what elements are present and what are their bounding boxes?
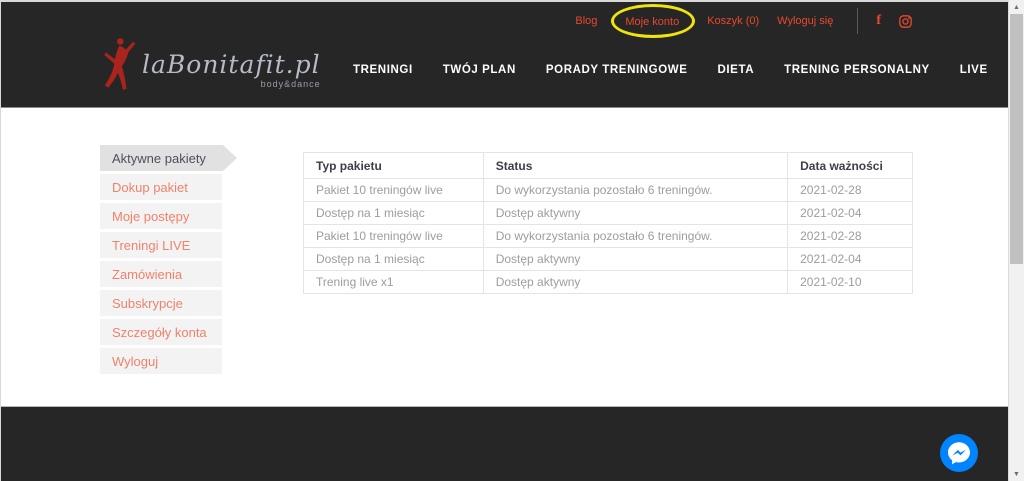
nav-live[interactable]: LIVE — [960, 64, 988, 76]
cell-status: Do wykorzystania pozostało 6 treningów. — [483, 179, 787, 202]
logo-subtitle: body&dance — [142, 79, 321, 89]
cell-status: Dostęp aktywny — [483, 271, 787, 294]
my-account-wrap: Moje konto — [615, 8, 689, 34]
messenger-button[interactable] — [940, 434, 978, 472]
scrollbar-thumb[interactable] — [1010, 14, 1023, 264]
facebook-icon[interactable]: f — [876, 13, 881, 29]
table-header-row: Typ pakietu Status Data ważności — [304, 153, 913, 179]
nav-trening-personalny[interactable]: TRENING PERSONALNY — [784, 64, 930, 76]
site-header: Blog Moje konto Koszyk (0) Wyloguj się f — [1, 0, 1008, 108]
cell-package-type: Trening live x1 — [304, 271, 484, 294]
blog-link[interactable]: Blog — [575, 15, 597, 27]
sidebar-item-wyloguj[interactable]: Wyloguj — [100, 348, 222, 374]
active-packages-table: Typ pakietu Status Data ważności Pakiet … — [303, 152, 913, 294]
cell-package-type: Pakiet 10 treningów live — [304, 225, 484, 248]
cell-expiry-date: 2021-02-04 — [788, 202, 913, 225]
topbar-divider — [857, 8, 858, 34]
table-row: Dostęp na 1 miesiąc Dostęp aktywny 2021-… — [304, 248, 913, 271]
col-header-data-waznosci: Data ważności — [788, 153, 913, 179]
my-account-link[interactable]: Moje konto — [625, 16, 679, 28]
logo[interactable]: laBonitafit.pl body&dance — [94, 36, 321, 102]
sidebar-item-subskrypcje[interactable]: Subskrypcje — [100, 290, 222, 316]
scroll-down-arrow-icon[interactable]: ▼ — [1009, 467, 1024, 481]
account-sidebar: Aktywne pakiety Dokup pakiet Moje postęp… — [100, 145, 240, 377]
dancer-icon — [94, 36, 140, 102]
logo-text: laBonitafit.pl body&dance — [142, 52, 321, 89]
main-nav: TRENINGI TWÓJ PLAN PORADY TRENINGOWE DIE… — [353, 64, 1024, 76]
cell-expiry-date: 2021-02-28 — [788, 179, 913, 202]
cell-expiry-date: 2021-02-10 — [788, 271, 913, 294]
cell-expiry-date: 2021-02-04 — [788, 248, 913, 271]
sidebar-item-zamowienia[interactable]: Zamówienia — [100, 261, 222, 287]
cell-package-type: Dostęp na 1 miesiąc — [304, 202, 484, 225]
site-footer — [1, 406, 1008, 481]
sidebar-item-treningi-live[interactable]: Treningi LIVE — [100, 232, 222, 258]
vertical-scrollbar[interactable]: ▲ ▼ — [1008, 0, 1024, 481]
cell-status: Do wykorzystania pozostało 6 treningów. — [483, 225, 787, 248]
col-header-typ-pakietu: Typ pakietu — [304, 153, 484, 179]
nav-porady-treningowe[interactable]: PORADY TRENINGOWE — [546, 64, 688, 76]
cell-package-type: Pakiet 10 treningów live — [304, 179, 484, 202]
cell-status: Dostęp aktywny — [483, 202, 787, 225]
table-row: Dostęp na 1 miesiąc Dostęp aktywny 2021-… — [304, 202, 913, 225]
messenger-icon — [940, 434, 978, 472]
table-row: Pakiet 10 treningów live Do wykorzystani… — [304, 225, 913, 248]
nav-twoj-plan[interactable]: TWÓJ PLAN — [443, 64, 516, 76]
table-row: Trening live x1 Dostęp aktywny 2021-02-1… — [304, 271, 913, 294]
sidebar-item-aktywne-pakiety[interactable]: Aktywne pakiety — [100, 145, 237, 171]
logout-link[interactable]: Wyloguj się — [777, 15, 833, 27]
scroll-up-arrow-icon[interactable]: ▲ — [1009, 0, 1024, 14]
table-row: Pakiet 10 treningów live Do wykorzystani… — [304, 179, 913, 202]
nav-treningi[interactable]: TRENINGI — [353, 64, 413, 76]
page: Blog Moje konto Koszyk (0) Wyloguj się f — [0, 0, 1024, 481]
nav-dieta[interactable]: DIETA — [717, 64, 754, 76]
cart-link[interactable]: Koszyk (0) — [707, 15, 759, 27]
logo-title: laBonitafit.pl — [142, 52, 321, 77]
cell-status: Dostęp aktywny — [483, 248, 787, 271]
sidebar-item-moje-postepy[interactable]: Moje postępy — [100, 203, 222, 229]
topbar: Blog Moje konto Koszyk (0) Wyloguj się f — [575, 10, 912, 32]
sidebar-item-dokup-pakiet[interactable]: Dokup pakiet — [100, 174, 222, 200]
sidebar-item-szczegoly-konta[interactable]: Szczegóły konta — [100, 319, 222, 345]
cell-package-type: Dostęp na 1 miesiąc — [304, 248, 484, 271]
cell-expiry-date: 2021-02-28 — [788, 225, 913, 248]
col-header-status: Status — [483, 153, 787, 179]
instagram-icon[interactable] — [899, 15, 912, 28]
